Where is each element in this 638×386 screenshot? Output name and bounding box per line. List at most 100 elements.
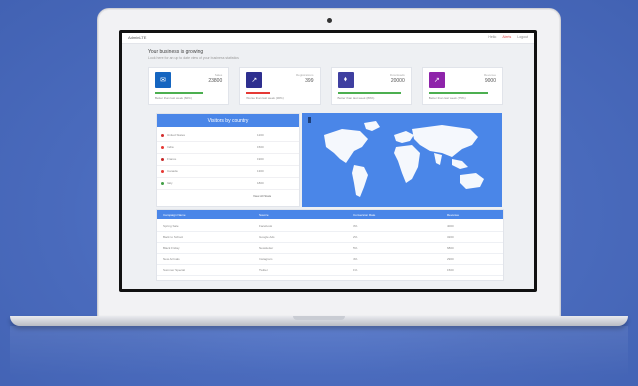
card-progress-bar — [337, 92, 401, 94]
table-cell: 3% — [353, 224, 358, 228]
laptop-base — [10, 316, 628, 326]
australia-shape — [460, 173, 484, 189]
chart-icon: ↗ — [246, 72, 263, 88]
table-cell: 5% — [353, 246, 358, 250]
list-item[interactable]: United States 1200 — [157, 130, 299, 142]
webcam-icon — [327, 18, 332, 23]
country-value: 1300 — [257, 169, 264, 173]
country-name: United States — [167, 133, 186, 137]
list-item[interactable]: France 1900 — [157, 154, 299, 166]
table-cell: Black Friday — [163, 246, 180, 250]
card-progress-bar — [428, 92, 489, 94]
card-progress-bar — [155, 92, 203, 94]
world-map-panel[interactable] — [302, 113, 502, 207]
stat-card-registrations[interactable]: ↗ Registrations 399 Worse than last week… — [239, 67, 321, 105]
table-cell: 1500 — [447, 268, 454, 272]
card-value: 23800 — [208, 78, 223, 84]
flag-icon — [161, 182, 164, 185]
country-list: United States 1200 India 1500 France 190… — [157, 130, 299, 190]
table-cell: 2% — [353, 235, 358, 239]
country-value: 1200 — [257, 133, 264, 137]
trend-icon: ↗ — [428, 72, 445, 88]
table-row[interactable]: Summer Special Twitter 1% 1500 — [157, 264, 503, 276]
card-progress-bar — [246, 92, 271, 94]
table-cell: Spring Sale — [163, 224, 179, 228]
country-name: Canada — [167, 169, 178, 173]
column-header[interactable]: Conversion Rate — [353, 213, 375, 217]
list-item[interactable]: Canada 1300 — [157, 166, 299, 178]
africa-shape — [394, 145, 420, 183]
campaign-table: Campaign Name Source Conversion Rate Rev… — [156, 209, 504, 281]
country-name: France — [167, 157, 177, 161]
table-cell: 1% — [353, 268, 358, 272]
list-item[interactable]: India 1500 — [157, 142, 299, 154]
country-value: 1800 — [257, 181, 264, 185]
laptop-screen: AdminLTE Hello Alerts Logout Your busine… — [119, 30, 537, 292]
world-map — [324, 121, 484, 197]
flag-icon — [161, 134, 164, 137]
top-action-logout[interactable]: Logout — [517, 35, 528, 39]
country-name: India — [167, 145, 174, 149]
table-cell: Facebook — [259, 224, 273, 228]
card-footer: Better than last week (80%) — [337, 96, 375, 100]
list-item[interactable]: Italy 1800 — [157, 178, 299, 190]
top-actions: Hello Alerts Logout — [488, 35, 528, 39]
table-cell: Instagram — [259, 257, 273, 261]
top-action-alerts[interactable]: Alerts — [502, 35, 511, 39]
south-america-shape — [352, 165, 368, 197]
stat-card-sales[interactable]: ✉ Sales 23800 Better than last week (60%… — [148, 67, 230, 105]
visitors-panel: Visitors by country United States 1200 I… — [156, 113, 300, 207]
southeast-asia-shape — [452, 159, 468, 169]
card-footer: Better than last week (75%) — [428, 96, 466, 100]
greenland-shape — [364, 121, 380, 131]
view-all-link[interactable]: View All Stats — [253, 194, 271, 198]
stat-card-downloads[interactable]: ⬧ Downloads 20000 Better than last week … — [330, 67, 412, 105]
brand-logo[interactable]: AdminLTE — [128, 35, 146, 40]
table-cell: 2900 — [447, 257, 454, 261]
card-value: 20000 — [390, 78, 405, 84]
table-cell: Twitter — [259, 268, 268, 272]
card-footer: Worse than last week (30%) — [246, 96, 284, 100]
laptop-notch — [293, 316, 345, 320]
india-shape — [434, 153, 442, 165]
europe-shape — [394, 131, 414, 143]
table-cell: Summer Special — [163, 268, 186, 272]
table-cell: New Arrivals — [163, 257, 180, 261]
column-header[interactable]: Campaign Name — [163, 213, 186, 217]
table-cell: 3200 — [447, 235, 454, 239]
country-value: 1500 — [257, 145, 264, 149]
card-value: 9000 — [484, 78, 496, 84]
dashboard-app: AdminLTE Hello Alerts Logout Your busine… — [122, 33, 534, 289]
table-cell: 6800 — [447, 246, 454, 250]
card-footer: Better than last week (60%) — [155, 96, 192, 100]
table-cell: 4% — [353, 257, 358, 261]
card-title: Sales — [214, 73, 223, 77]
table-cell: Newsletter — [259, 246, 274, 250]
north-america-shape — [324, 129, 368, 163]
top-bar: AdminLTE Hello Alerts Logout — [122, 33, 534, 44]
column-header[interactable]: Revenue — [447, 213, 459, 217]
card-value: 399 — [305, 78, 314, 84]
card-title: Revenue — [483, 73, 496, 77]
table-cell: Google Ads — [259, 235, 275, 239]
top-action-hello[interactable]: Hello — [488, 35, 496, 39]
country-name: Italy — [167, 181, 173, 185]
table-cell: 4000 — [447, 224, 454, 228]
flag-icon — [161, 146, 164, 149]
table-cell: Back to School — [163, 235, 184, 239]
map-toggle-icon[interactable] — [308, 117, 311, 123]
stat-cards: ✉ Sales 23800 Better than last week (60%… — [148, 67, 503, 105]
tag-icon: ⬧ — [337, 72, 354, 88]
column-header[interactable]: Source — [259, 213, 269, 217]
reflection — [10, 326, 628, 376]
mail-icon: ✉ — [155, 72, 171, 88]
flag-icon — [161, 170, 164, 173]
laptop-lid: AdminLTE Hello Alerts Logout Your busine… — [97, 8, 561, 320]
card-title: Downloads — [389, 73, 405, 77]
stat-card-revenue[interactable]: ↗ Revenue 9000 Better than last week (75… — [421, 67, 503, 105]
page-subtitle: Look here for an up to date view of your… — [148, 56, 239, 60]
visitors-header: Visitors by country — [157, 114, 299, 127]
country-value: 1900 — [257, 157, 264, 161]
flag-icon — [161, 158, 164, 161]
table-header: Campaign Name Source Conversion Rate Rev… — [157, 210, 503, 219]
